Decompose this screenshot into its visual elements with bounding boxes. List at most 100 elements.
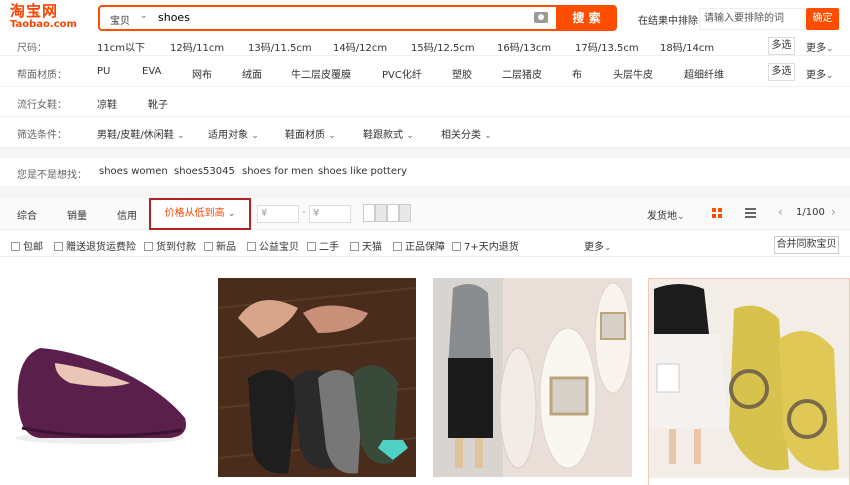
filter-option[interactable]: 15码/12.5cm [411, 39, 475, 54]
filter-option[interactable]: 头层牛皮 [613, 66, 653, 81]
checkbox-return-insurance[interactable]: 赠送退货运费险 [54, 238, 136, 253]
product-card[interactable] [648, 278, 850, 485]
filter-option[interactable]: 凉鞋 [97, 96, 117, 111]
checkbox-second-hand[interactable]: 二手 [307, 238, 339, 253]
multi-select-button[interactable]: 多选 [768, 63, 795, 81]
search-scope-select[interactable]: 宝贝 ⌄ [110, 11, 148, 27]
filter-dropdown[interactable]: 鞋面材质 ⌄ [285, 126, 336, 141]
checkbox-new[interactable]: 新品 [204, 238, 236, 253]
filter-dropdown[interactable]: 鞋跟款式 ⌄ [363, 126, 414, 141]
suggestion-link[interactable]: shoes for men [242, 166, 313, 177]
filter-option[interactable]: 网布 [192, 66, 212, 81]
filter-dropdown-label: 鞋面材质 [285, 130, 325, 141]
service-filter-row: 包邮 赠送退货运费险 货到付款 新品 公益宝贝 二手 天猫 正品保障 7+天内退… [0, 231, 850, 257]
filter-dropdown[interactable]: 男鞋/皮鞋/休闲鞋 ⌄ [97, 126, 184, 141]
chevron-down-icon: ⌄ [176, 131, 185, 141]
checkbox-label: 二手 [319, 242, 339, 253]
filter-option[interactable]: PU [97, 66, 110, 77]
price-min-input[interactable]: ¥ [257, 205, 299, 223]
filter-option[interactable]: 牛二层皮覆膜 [291, 66, 351, 81]
checkbox-box [11, 242, 20, 251]
taobao-logo[interactable]: 淘宝网 Taobao.com [10, 3, 80, 31]
checkbox-genuine[interactable]: 正品保障 [393, 238, 445, 253]
filter-option[interactable]: 靴子 [148, 96, 168, 111]
list-view-icon[interactable] [745, 208, 756, 218]
search-input[interactable]: shoes [158, 11, 190, 24]
suggestion-link[interactable]: shoes women [99, 166, 168, 177]
price-max-input[interactable]: ¥ [309, 205, 351, 223]
search-box[interactable]: 宝贝 ⌄ shoes [98, 5, 556, 31]
chevron-right-icon[interactable]: › [831, 205, 836, 219]
more-label: 更多 [806, 70, 826, 81]
product-image-purple-flat [0, 278, 200, 485]
filter-dropdown-label: 鞋跟款式 [363, 130, 403, 141]
checkbox-label: 7+天内退货 [464, 242, 519, 253]
camera-icon[interactable] [534, 12, 548, 23]
filter-option[interactable]: 17码/13.5cm [575, 39, 639, 54]
filter-option[interactable]: 13码/11.5cm [248, 39, 312, 54]
search-button[interactable]: 搜 索 [556, 5, 617, 31]
sort-sales[interactable]: 销量 [67, 207, 87, 222]
section-divider [0, 148, 850, 158]
product-card[interactable] [0, 278, 200, 485]
suggestion-row: 您是不是想找： shoes women shoes53045 shoes for… [0, 158, 850, 186]
product-image-yellow-flats [649, 279, 849, 478]
merge-same-button[interactable]: 合并同款宝贝 [774, 236, 839, 254]
checkbox-label: 包邮 [23, 242, 43, 253]
product-card[interactable] [218, 278, 416, 485]
chevron-down-icon: ⌄ [227, 209, 236, 219]
filter-label: 尺码： [17, 43, 47, 54]
checkbox-box [307, 242, 316, 251]
suggestion-link[interactable]: shoes like pottery [318, 166, 407, 177]
filter-option[interactable]: 12码/11cm [170, 39, 224, 54]
multi-select-button[interactable]: 多选 [768, 37, 795, 55]
filter-option[interactable]: 11cm以下 [97, 39, 145, 54]
sort-credit[interactable]: 信用 [117, 207, 137, 222]
filter-label: 帮面材质： [17, 70, 67, 81]
filter-option[interactable]: 14码/12cm [333, 39, 387, 54]
suggestion-link[interactable]: shoes53045 [174, 166, 235, 177]
filter-row-conditions: 筛选条件： 男鞋/皮鞋/休闲鞋 ⌄ 适用对象 ⌄ 鞋面材质 ⌄ 鞋跟款式 ⌄ 相… [0, 118, 850, 148]
filter-option[interactable]: EVA [142, 66, 161, 77]
checkbox-box [54, 242, 63, 251]
checkbox-cod[interactable]: 货到付款 [144, 238, 196, 253]
filter-option[interactable]: 超细纤维 [684, 66, 724, 81]
checkbox-box [452, 242, 461, 251]
exclude-confirm-button[interactable]: 确定 [806, 8, 839, 30]
filter-option[interactable]: 塑胶 [452, 66, 472, 81]
filter-row-women: 流行女鞋： 凉鞋 靴子 [0, 88, 850, 117]
filter-label: 筛选条件： [17, 130, 67, 141]
filter-option[interactable]: 18码/14cm [660, 39, 714, 54]
product-card[interactable] [433, 278, 632, 485]
exclude-input[interactable]: 请输入要排除的词 [699, 8, 805, 30]
filter-dropdown[interactable]: 相关分类 ⌄ [441, 126, 492, 141]
checkbox-free-shipping[interactable]: 包邮 [11, 238, 43, 253]
filter-dropdown[interactable]: 适用对象 ⌄ [208, 126, 259, 141]
checkbox-7day-return[interactable]: 7+天内退货 [452, 238, 519, 253]
checks-more-label: 更多 [584, 242, 604, 253]
checkbox-label: 天猫 [362, 242, 382, 253]
filter-option[interactable]: 绒面 [242, 66, 262, 81]
chevron-left-icon[interactable]: ‹ [778, 205, 783, 219]
sort-default[interactable]: 综合 [17, 207, 37, 222]
more-link[interactable]: 更多⌄ [806, 39, 834, 54]
section-divider [0, 186, 850, 198]
chevron-down-icon: ⌄ [604, 243, 612, 253]
sort-price-button[interactable]: 价格从低到高 ⌄ [149, 198, 251, 230]
chevron-down-icon: ⌄ [140, 11, 148, 21]
suggestion-label: 您是不是想找： [17, 170, 87, 181]
more-label: 更多 [806, 43, 826, 54]
page-indicator: 1/100 [796, 207, 825, 218]
filter-option[interactable]: PVC化纤 [382, 66, 422, 81]
filter-option[interactable]: 16码/13cm [497, 39, 551, 54]
more-link[interactable]: 更多⌄ [806, 66, 834, 81]
grid-view-icon[interactable] [712, 208, 722, 218]
checkbox-charity[interactable]: 公益宝贝 [247, 238, 299, 253]
filter-option[interactable]: 二层猪皮 [502, 66, 542, 81]
checks-more-link[interactable]: 更多⌄ [584, 238, 612, 253]
filter-option[interactable]: 布 [572, 66, 582, 81]
chevron-down-icon: ⌄ [826, 71, 834, 81]
exclude-label: 在结果中排除 [638, 16, 698, 27]
checkbox-tmall[interactable]: 天猫 [350, 238, 382, 253]
ship-from-dropdown[interactable]: 发货地⌄ [647, 207, 685, 222]
